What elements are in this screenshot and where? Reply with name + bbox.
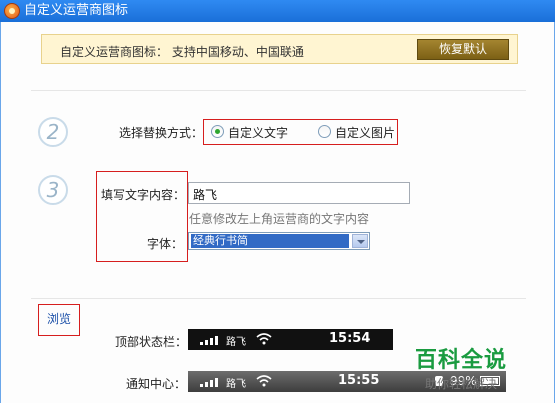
chevron-down-icon[interactable] xyxy=(352,234,368,248)
wifi-icon xyxy=(256,333,272,345)
divider xyxy=(31,90,526,91)
title-bar: 自定义运营商图标 xyxy=(0,0,555,22)
font-label: 字体： xyxy=(147,237,184,251)
watermark-subtitle: 助你轻松解决 xyxy=(424,377,497,391)
top-status-preview: 路飞 15:54 xyxy=(188,329,393,350)
signal-icon xyxy=(200,377,222,387)
top-status-label: 顶部状态栏： xyxy=(115,335,188,349)
step-2-badge: 2 xyxy=(38,117,68,147)
browse-label: 浏览 xyxy=(47,312,72,326)
font-select[interactable]: 经典行书简 xyxy=(188,232,370,250)
text-content-input[interactable]: 路飞 xyxy=(188,182,410,204)
watermark: 百科全说 助你轻松解决 xyxy=(406,348,516,392)
text-content-label: 填写文字内容： xyxy=(101,188,186,202)
signal-icon xyxy=(200,335,222,345)
radio-custom-text[interactable] xyxy=(211,125,224,138)
watermark-title: 百科全说 xyxy=(414,348,507,373)
radio-custom-text-label[interactable]: 自定义文字 xyxy=(228,124,288,141)
restore-default-button[interactable]: 恢复默认 xyxy=(417,39,509,60)
notify-center-label: 通知中心： xyxy=(126,377,187,391)
radio-custom-image[interactable] xyxy=(318,125,331,138)
font-select-value[interactable]: 经典行书简 xyxy=(191,234,349,248)
carrier-text: 路飞 xyxy=(226,337,246,348)
divider xyxy=(31,298,526,299)
status-clock: 15:54 xyxy=(329,331,371,346)
radio-custom-image-label[interactable]: 自定义图片 xyxy=(335,124,395,141)
notice-banner: 自定义运营商图标： 支持中国移动、中国联通 恢复默认 xyxy=(41,34,518,64)
replace-mode-group: 自定义文字 自定义图片 xyxy=(203,119,398,145)
replace-mode-label: 选择替换方式： xyxy=(119,126,204,140)
carrier-text: 路飞 xyxy=(226,379,246,390)
status-clock: 15:55 xyxy=(338,373,380,388)
wifi-icon xyxy=(256,375,272,387)
text-content-hint: 任意修改左上角运营商的文字内容 xyxy=(189,212,370,226)
notice-text: 自定义运营商图标： 支持中国移动、中国联通 xyxy=(60,45,304,59)
app-icon xyxy=(4,3,20,19)
dialog-body: 自定义运营商图标： 支持中国移动、中国联通 恢复默认 2 选择替换方式： 自定义… xyxy=(0,22,555,403)
window-title: 自定义运营商图标 xyxy=(24,3,129,18)
step-3-badge: 3 xyxy=(38,175,68,205)
